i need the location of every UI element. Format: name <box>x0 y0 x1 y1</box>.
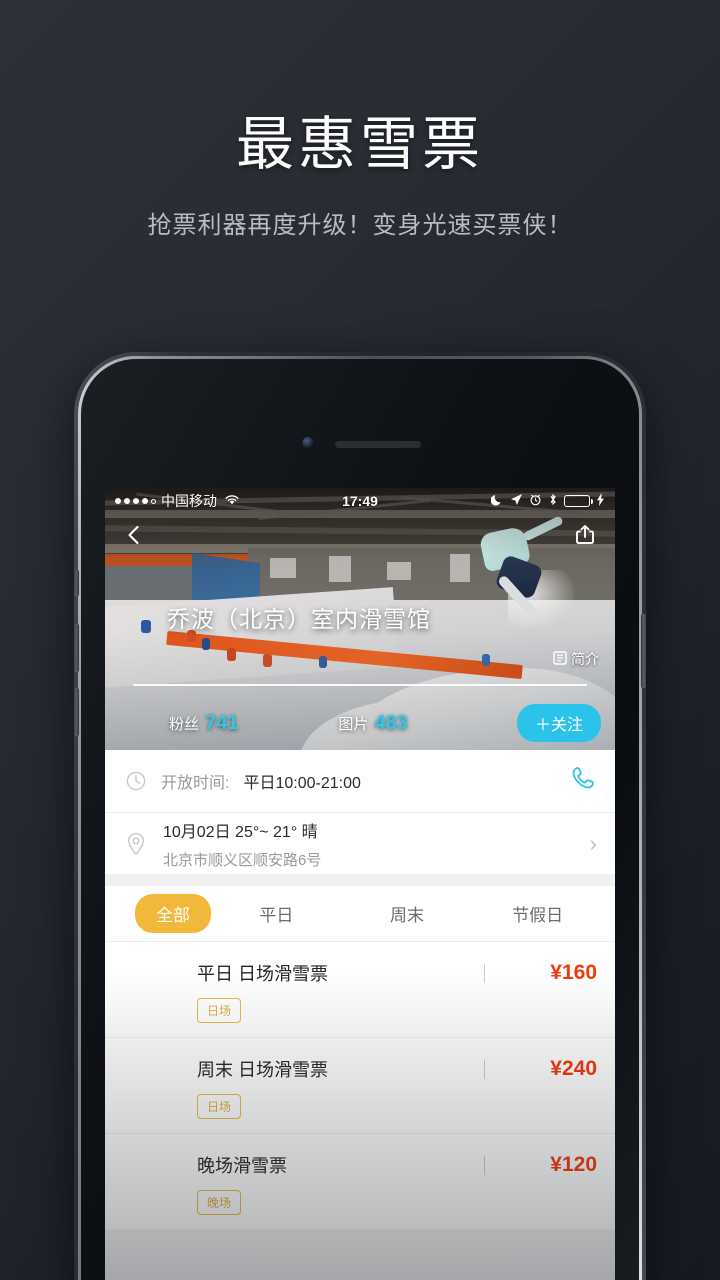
location-pin-icon <box>123 832 149 856</box>
tab-holiday[interactable]: 节假日 <box>472 901 603 926</box>
earpiece-speaker <box>335 441 421 448</box>
moon-icon <box>490 493 504 509</box>
location-row[interactable]: 10月02日 25°~ 21° 晴 北京市顺义区顺安路6号 › <box>105 812 615 874</box>
ticket-tag: 日场 <box>197 1094 242 1119</box>
alarm-icon <box>529 493 542 509</box>
ticket-name: 平日 日场滑雪票 <box>197 964 329 984</box>
ticket-name: 晚场滑雪票 <box>197 1156 287 1176</box>
venue-info-card: 开放时间: 平日10:00-21:00 10月02日 25°~ 21° 晴 北京… <box>105 750 615 874</box>
document-icon <box>553 650 567 668</box>
ticket-row[interactable]: 周末 日场滑雪票 ¥240 日场 <box>105 1037 615 1133</box>
opening-hours-row: 开放时间: 平日10:00-21:00 <box>105 750 615 812</box>
opening-hours-label: 开放时间: <box>161 775 230 792</box>
charging-bolt-icon <box>596 493 605 509</box>
volume-up-button[interactable] <box>74 624 79 672</box>
ticket-filter-tabs: 全部 平日 周末 节假日 <box>105 886 615 942</box>
follow-button[interactable]: ＋关注 <box>516 704 601 742</box>
weather-text: 10月02日 25°~ 21° 晴 <box>163 823 318 841</box>
volume-down-button[interactable] <box>74 688 79 736</box>
venue-title: 乔波（北京）室内滑雪馆 <box>167 606 431 632</box>
stat-photos[interactable]: 图片 483 <box>338 712 407 735</box>
tab-all[interactable]: 全部 <box>135 894 211 933</box>
ticket-row[interactable]: 晚场滑雪票 ¥120 晚场 <box>105 1133 615 1229</box>
bluetooth-icon <box>548 493 558 509</box>
section-gap <box>105 874 615 886</box>
venue-stats: 粉丝 741 图片 483 ＋关注 <box>105 700 615 746</box>
ticket-list: 平日 日场滑雪票 ¥160 日场 周末 日场滑雪票 ¥240 日场 晚场滑雪票 <box>105 942 615 1229</box>
stat-photos-label: 图片 <box>338 715 369 733</box>
ticket-tag: 日场 <box>197 998 242 1023</box>
ticket-price: ¥120 <box>550 1153 597 1176</box>
status-bar: 中国移动 17:49 <box>105 488 615 514</box>
venue-hero: 中国移动 17:49 乔波（北京）室内滑雪馆 简介 粉丝 741 图片 483 … <box>105 488 615 750</box>
address-text: 北京市顺义区顺安路6号 <box>163 851 322 869</box>
ticket-price: ¥160 <box>550 961 597 984</box>
stat-followers-value: 741 <box>205 711 239 734</box>
clock-icon <box>123 770 149 792</box>
hero-divider <box>133 684 587 686</box>
share-icon[interactable] <box>573 523 597 547</box>
stat-followers[interactable]: 粉丝 741 <box>169 712 238 735</box>
battery-icon <box>564 495 593 507</box>
opening-hours-value: 平日10:00-21:00 <box>243 775 361 792</box>
stat-photos-value: 483 <box>374 711 408 734</box>
hero-navbar <box>105 514 615 556</box>
page-title: 最惠雪票 <box>235 112 484 177</box>
tab-weekend[interactable]: 周末 <box>342 901 473 926</box>
chevron-right-icon: › <box>589 830 597 856</box>
promo-header: 最惠雪票 抢票利器再度升级！变身光速买票侠！ <box>0 112 720 240</box>
power-button[interactable] <box>641 614 646 688</box>
mute-switch[interactable] <box>74 570 79 596</box>
ticket-row[interactable]: 平日 日场滑雪票 ¥160 日场 <box>105 942 615 1037</box>
venue-intro-button[interactable]: 简介 <box>553 649 599 669</box>
back-icon[interactable] <box>123 524 145 546</box>
ticket-price: ¥240 <box>550 1057 597 1080</box>
front-camera-icon <box>302 437 314 448</box>
ticket-tag: 晚场 <box>197 1190 242 1215</box>
tab-weekday[interactable]: 平日 <box>211 901 342 926</box>
phone-screen: 中国移动 17:49 乔波（北京）室内滑雪馆 简介 粉丝 741 图片 483 … <box>105 488 615 1280</box>
venue-intro-label: 简介 <box>571 651 599 667</box>
phone-call-icon[interactable] <box>567 764 597 799</box>
page-subtitle: 抢票利器再度升级！变身光速买票侠！ <box>147 211 573 239</box>
phone-mockup: 中国移动 17:49 乔波（北京）室内滑雪馆 简介 粉丝 741 图片 483 … <box>74 352 646 1280</box>
location-arrow-icon <box>510 493 523 509</box>
stat-followers-label: 粉丝 <box>169 715 200 733</box>
ticket-name: 周末 日场滑雪票 <box>197 1060 329 1080</box>
